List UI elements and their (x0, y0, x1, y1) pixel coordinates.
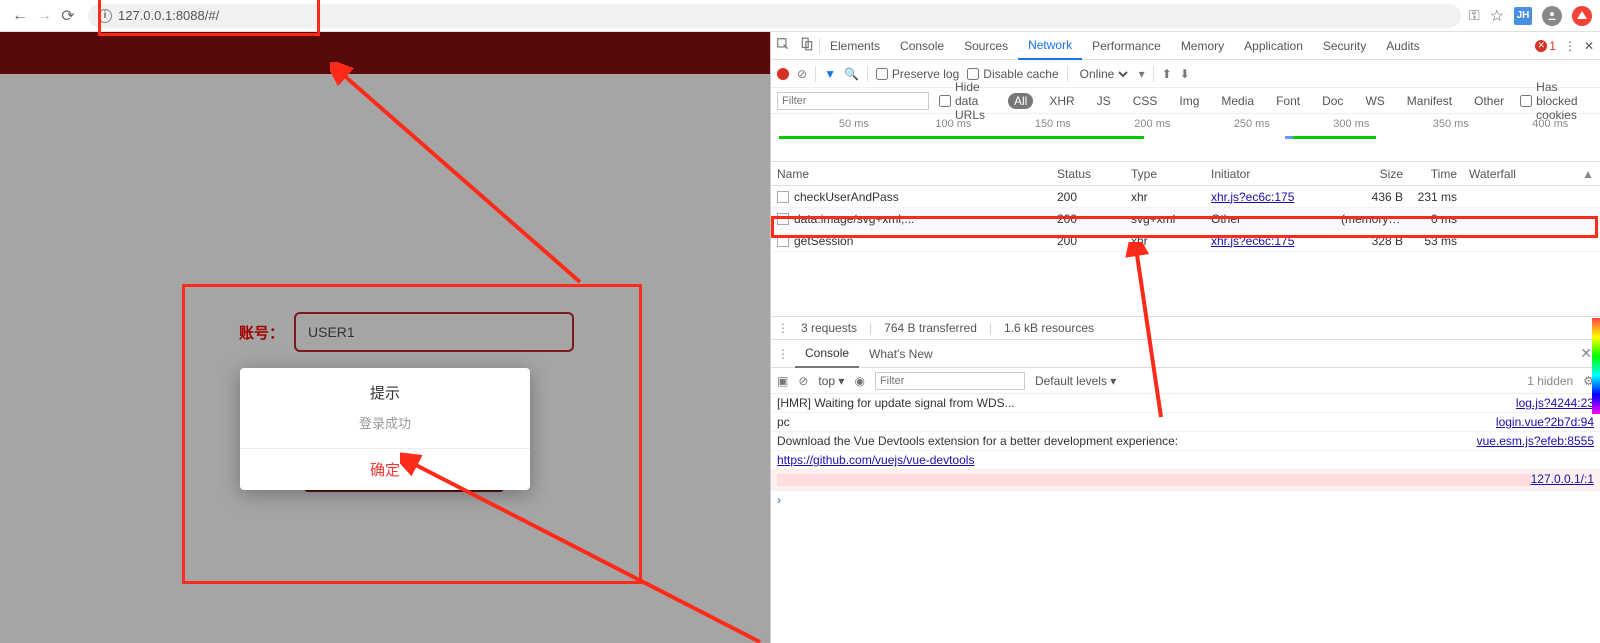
throttling-select[interactable]: Online (1076, 66, 1131, 82)
console-body: [HMR] Waiting for update signal from WDS… (771, 394, 1600, 509)
record-button[interactable] (777, 68, 789, 80)
drawer-tab-whatsnew[interactable]: What's New (859, 340, 943, 367)
network-table-body: checkUserAndPass200xhrxhr.js?ec6c:175436… (771, 186, 1600, 316)
annotation-arrow (400, 452, 770, 643)
hidden-count[interactable]: 1 hidden (1527, 374, 1573, 388)
username-input[interactable] (294, 312, 574, 352)
col-initiator[interactable]: Initiator (1205, 167, 1335, 181)
table-row[interactable]: getSession200xhrxhr.js?ec6c:175328 B53 m… (771, 230, 1600, 252)
import-har-icon[interactable]: ⬆ (1162, 67, 1172, 81)
filter-xhr[interactable]: XHR (1043, 93, 1080, 109)
filter-css[interactable]: CSS (1127, 93, 1164, 109)
filter-all[interactable]: All (1008, 93, 1033, 109)
filter-toggle-icon[interactable]: ▼ (824, 67, 836, 81)
live-expression-icon[interactable]: ◉ (854, 374, 864, 388)
timeline-ruler[interactable]: 50 ms 100 ms 150 ms 200 ms 250 ms 300 ms… (771, 114, 1600, 162)
console-log-row: pclogin.vue?2b7d:94 (771, 413, 1600, 432)
col-waterfall[interactable]: Waterfall ▲ (1463, 167, 1600, 181)
export-har-icon[interactable]: ⬇ (1180, 67, 1190, 81)
password-key-icon[interactable]: ⚿ (1469, 7, 1480, 24)
console-sidebar-icon[interactable]: ▣ (777, 374, 788, 388)
filter-doc[interactable]: Doc (1316, 93, 1349, 109)
browser-toolbar: ← → ⟳ i 127.0.0.1:8088/#/ ⚿ ☆ JH (0, 0, 1600, 32)
tab-audits[interactable]: Audits (1376, 32, 1429, 59)
search-icon[interactable]: 🔍 (844, 67, 859, 81)
inspect-icon[interactable] (771, 37, 795, 54)
tab-performance[interactable]: Performance (1082, 32, 1171, 59)
forward-button[interactable]: → (32, 4, 56, 28)
context-select[interactable]: top ▾ (818, 374, 844, 388)
col-type[interactable]: Type (1125, 167, 1205, 181)
console-filter-input[interactable] (875, 372, 1025, 390)
console-source-link[interactable]: 127.0.0.1/:1 (1531, 472, 1594, 488)
filter-ws[interactable]: WS (1359, 93, 1390, 109)
network-toolbar: ⊘ ▼ 🔍 Preserve log Disable cache Online … (771, 60, 1600, 88)
login-form: 账号： 登 录 (214, 312, 574, 372)
tab-console[interactable]: Console (890, 32, 954, 59)
annotation-arrow (1121, 242, 1181, 422)
tab-sources[interactable]: Sources (954, 32, 1018, 59)
url-text: 127.0.0.1:8088/#/ (118, 8, 219, 23)
table-row[interactable]: checkUserAndPass200xhrxhr.js?ec6c:175436… (771, 186, 1600, 208)
console-log-row: Download the Vue Devtools extension for … (771, 432, 1600, 451)
extension-red-icon[interactable] (1572, 6, 1592, 26)
drawer-more-icon[interactable]: ⋮ (771, 347, 795, 361)
console-source-link[interactable]: vue.esm.js?efeb:8555 (1477, 434, 1594, 448)
col-status[interactable]: Status (1051, 167, 1125, 181)
site-info-icon[interactable]: i (98, 9, 112, 23)
tab-security[interactable]: Security (1313, 32, 1376, 59)
reload-button[interactable]: ⟳ (56, 4, 80, 28)
profile-avatar-icon[interactable] (1542, 6, 1562, 26)
console-log-row: [HMR] Waiting for update signal from WDS… (771, 394, 1600, 413)
filter-font[interactable]: Font (1270, 93, 1306, 109)
console-prompt[interactable]: › (771, 491, 1600, 509)
tab-application[interactable]: Application (1234, 32, 1313, 59)
col-size[interactable]: Size (1335, 167, 1409, 181)
dialog-title: 提示 (240, 368, 530, 409)
filter-other[interactable]: Other (1468, 93, 1510, 109)
annotation-arrow (330, 62, 590, 292)
error-count[interactable]: ✕1 (1535, 39, 1556, 53)
console-source-link[interactable]: log.js?4244:23 (1516, 396, 1594, 410)
color-strip (1592, 318, 1600, 414)
tab-elements[interactable]: Elements (820, 32, 890, 59)
network-summary: ⋮ 3 requests| 764 B transferred| 1.6 kB … (771, 316, 1600, 340)
network-table-header: Name Status Type Initiator Size Time Wat… (771, 162, 1600, 186)
console-source-link[interactable]: login.vue?2b7d:94 (1496, 415, 1594, 429)
console-clear-icon[interactable]: ⊘ (798, 374, 808, 388)
col-name[interactable]: Name (771, 167, 1051, 181)
app-viewport: 账号： 登 录 提示 登录成功 确定 (0, 32, 770, 643)
console-link[interactable]: https://github.com/vuejs/vue-devtools (777, 453, 974, 467)
console-toolbar: ▣ ⊘ top ▾ ◉ Default levels ▾ 1 hidden ⚙ (771, 368, 1600, 394)
close-devtools-icon[interactable]: ✕ (1584, 39, 1594, 53)
console-error-row: 127.0.0.1/:1 (771, 470, 1600, 491)
devtools: Elements Console Sources Network Perform… (770, 32, 1600, 643)
filter-manifest[interactable]: Manifest (1401, 93, 1458, 109)
tab-memory[interactable]: Memory (1171, 32, 1234, 59)
log-levels-select[interactable]: Default levels ▾ (1035, 374, 1116, 388)
dialog-message: 登录成功 (240, 409, 530, 448)
bookmark-star-icon[interactable]: ☆ (1490, 6, 1504, 26)
preserve-log-checkbox[interactable]: Preserve log (876, 67, 959, 81)
filter-img[interactable]: Img (1173, 93, 1205, 109)
drawer-tabs: ⋮ Console What's New ✕ (771, 340, 1600, 368)
back-button[interactable]: ← (8, 4, 32, 28)
clear-icon[interactable]: ⊘ (797, 67, 807, 81)
table-row[interactable]: data:image/svg+xml;...200svg+xmlOther(me… (771, 208, 1600, 230)
disable-cache-checkbox[interactable]: Disable cache (967, 67, 1058, 81)
username-label: 账号： (214, 322, 294, 343)
drawer-tab-console[interactable]: Console (795, 341, 859, 368)
extension-jh-icon[interactable]: JH (1514, 7, 1532, 25)
filter-media[interactable]: Media (1215, 93, 1260, 109)
network-filter-bar: Hide data URLs All XHR JS CSS Img Media … (771, 88, 1600, 114)
address-bar[interactable]: i 127.0.0.1:8088/#/ (88, 4, 1461, 28)
more-icon[interactable]: ⋮ (1564, 39, 1576, 53)
filter-js[interactable]: JS (1091, 93, 1117, 109)
toolbar-right: ⚿ ☆ JH (1469, 6, 1592, 26)
tab-network[interactable]: Network (1018, 33, 1082, 60)
network-filter-input[interactable] (777, 92, 929, 110)
devtools-tabs: Elements Console Sources Network Perform… (771, 32, 1600, 60)
col-time[interactable]: Time (1409, 167, 1463, 181)
device-toggle-icon[interactable] (795, 37, 819, 54)
